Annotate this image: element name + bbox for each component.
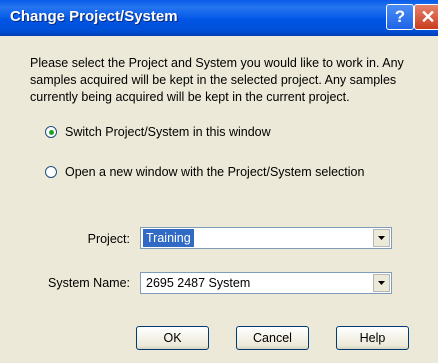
description-line: currently being acquired will be kept in… bbox=[30, 90, 350, 104]
system-name-dropdown[interactable]: 2695 2487 System bbox=[140, 272, 392, 294]
title-bar[interactable]: Change Project/System ? ✕ bbox=[0, 0, 438, 36]
description-line: Please select the Project and System you… bbox=[30, 56, 404, 70]
project-label: Project: bbox=[87, 232, 130, 246]
radio-switch-in-window[interactable]: Switch Project/System in this window bbox=[45, 123, 271, 141]
radio-selected-dot bbox=[48, 129, 54, 135]
change-project-dialog: Change Project/System ? ✕ Please select … bbox=[0, 0, 438, 363]
radio-button[interactable] bbox=[45, 126, 57, 138]
window-title: Change Project/System bbox=[10, 8, 178, 25]
dropdown-arrow-icon[interactable] bbox=[373, 229, 390, 247]
radio-button[interactable] bbox=[45, 166, 57, 178]
close-icon[interactable]: ✕ bbox=[414, 4, 438, 30]
ok-button[interactable]: OK bbox=[136, 326, 209, 350]
help-icon[interactable]: ? bbox=[386, 4, 414, 30]
radio-label: Switch Project/System in this window bbox=[65, 125, 271, 139]
help-button[interactable]: Help bbox=[336, 326, 409, 350]
cancel-button[interactable]: Cancel bbox=[236, 326, 309, 350]
system-selected-value: 2695 2487 System bbox=[146, 276, 251, 290]
radio-open-new-window[interactable]: Open a new window with the Project/Syste… bbox=[45, 163, 364, 181]
system-name-label: System Name: bbox=[48, 276, 130, 290]
description-text: Please select the Project and System you… bbox=[30, 55, 430, 106]
radio-label: Open a new window with the Project/Syste… bbox=[65, 165, 365, 179]
project-dropdown[interactable]: Training bbox=[140, 227, 392, 249]
dropdown-arrow-icon[interactable] bbox=[373, 274, 390, 292]
project-selected-value: Training bbox=[143, 229, 194, 247]
description-line: samples acquired will be kept in the sel… bbox=[30, 73, 397, 87]
